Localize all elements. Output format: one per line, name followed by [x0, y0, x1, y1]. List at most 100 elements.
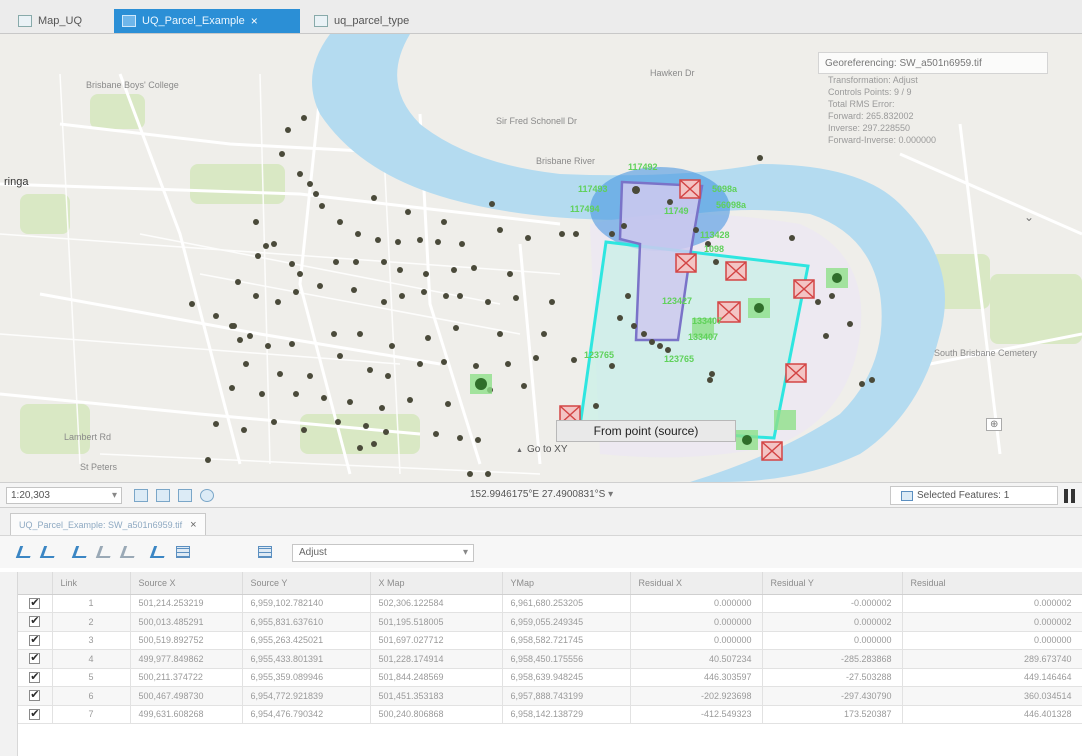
table-row-gutter — [0, 572, 18, 756]
tab-label: UQ_Parcel_Example — [142, 15, 245, 27]
column-header[interactable]: Link — [52, 572, 131, 595]
route-shield-icon: ⊕ — [986, 418, 1003, 431]
chevron-down-icon[interactable]: ⌄ — [1024, 210, 1034, 224]
table-row[interactable]: 6 500,467.498730 6,954,772.921839 501,45… — [18, 686, 1082, 706]
close-icon[interactable]: × — [190, 519, 196, 531]
delete-control-point-icon[interactable] — [95, 546, 115, 558]
column-header[interactable]: Residual — [902, 572, 1082, 595]
table-row[interactable]: 2 500,013.485291 6,955,831.637610 501,19… — [18, 612, 1082, 632]
table-cell: 289.673740 — [902, 649, 1082, 669]
selected-features-label: Selected Features: 1 — [917, 490, 1010, 501]
table-cell: 0.000002 — [902, 594, 1082, 613]
table-cell: 6,955,263.425021 — [242, 631, 371, 650]
table-cell: 0.000000 — [762, 631, 903, 650]
tab-map-uq[interactable]: Map_UQ — [10, 9, 90, 33]
row-checkbox[interactable] — [29, 670, 41, 683]
add-control-point-icon[interactable] — [15, 546, 35, 558]
table-cell: 500,240.806868 — [370, 705, 503, 724]
table-cell: 446.401328 — [902, 705, 1082, 724]
go-to-xy-link[interactable]: Go to XY — [516, 444, 568, 455]
column-header[interactable]: Residual X — [630, 572, 763, 595]
column-header[interactable]: Source Y — [242, 572, 371, 595]
column-header[interactable]: Residual Y — [762, 572, 903, 595]
control-point-label: 117492 — [628, 162, 658, 172]
column-header[interactable] — [18, 572, 53, 595]
table-cell: 6,955,433.801391 — [242, 649, 371, 669]
table-cell: 499,631.608268 — [130, 705, 243, 724]
map-label-road: Hawken Dr — [650, 68, 695, 78]
move-control-point-icon[interactable] — [119, 546, 139, 558]
row-checkbox[interactable] — [29, 596, 41, 609]
map-label-road: Sir Fred Schonell Dr — [496, 116, 578, 126]
table-row[interactable]: 7 499,631.608268 6,954,476.790342 500,24… — [18, 705, 1082, 724]
table-cell: 501,451.353183 — [370, 686, 503, 706]
transformation-icon[interactable] — [258, 546, 272, 558]
table-row[interactable]: 5 500,211.374722 6,955,359.089946 501,84… — [18, 668, 1082, 687]
control-point-label: 5098a — [712, 184, 738, 194]
pause-icon[interactable] — [1064, 489, 1076, 503]
table-cell: 500,467.498730 — [130, 686, 243, 706]
add-control-point-icon[interactable] — [39, 546, 59, 558]
table-cell: 360.034514 — [902, 686, 1082, 706]
close-icon[interactable]: × — [251, 14, 258, 28]
control-point-label: 117493 — [578, 184, 608, 194]
tab-control-points[interactable]: UQ_Parcel_Example: SW_a501n6959.tif × — [10, 513, 206, 535]
table-cell: 501,228.174914 — [370, 649, 503, 669]
row-checkbox[interactable] — [29, 707, 41, 720]
table-cell: 500,211.374722 — [130, 668, 243, 687]
table-cell: 502,306.122584 — [370, 594, 503, 613]
map-label-river: Brisbane River — [536, 156, 596, 166]
table-cell: -27.503288 — [762, 668, 903, 687]
table-cell: 4 — [52, 649, 131, 669]
row-checkbox[interactable] — [29, 614, 41, 628]
map-canvas[interactable]: Brisbane Boys' College ringa Brisbane Ri… — [0, 34, 1082, 482]
table-icon[interactable] — [178, 489, 192, 502]
grid-icon[interactable] — [134, 489, 148, 502]
table-row[interactable]: 1 501,214.253219 6,959,102.782140 502,30… — [18, 594, 1082, 613]
column-header[interactable]: YMap — [502, 572, 631, 595]
table-cell: 6,958,450.175556 — [502, 649, 631, 669]
table-cell: 501,697.027712 — [370, 631, 503, 650]
table-cell: 0.000000 — [630, 612, 763, 632]
table-cell: 501,214.253219 — [130, 594, 243, 613]
table-cell: 0.000002 — [902, 612, 1082, 632]
table-cell: 6,957,888.743199 — [502, 686, 631, 706]
georef-line: Controls Points: 9 / 9 — [828, 87, 912, 97]
control-point-label: 133407 — [688, 332, 719, 342]
map-icon — [122, 15, 136, 27]
control-point-label: 113428 — [700, 230, 730, 240]
table-row[interactable]: 3 500,519.892752 6,955,263.425021 501,69… — [18, 631, 1082, 650]
georeferencing-info-panel: Georeferencing: SW_a501n6959.tif Transfo… — [818, 52, 1048, 146]
row-checkbox[interactable] — [29, 688, 41, 702]
row-checkbox[interactable] — [29, 651, 41, 665]
table-row[interactable]: 4 499,977.849862 6,955,433.801391 501,22… — [18, 649, 1082, 669]
tab-uq-parcel-example[interactable]: UQ_Parcel_Example × — [114, 9, 300, 33]
grid-icon[interactable] — [156, 489, 170, 502]
map-status-bar: 1:20,303 152.9946175°E 27.4900831°S Sele… — [0, 482, 1082, 508]
georeferencing-title[interactable]: Georeferencing: SW_a501n6959.tif — [818, 52, 1048, 74]
table-cell: 0.000002 — [762, 612, 903, 632]
control-point-label: 133407 — [692, 316, 723, 326]
selected-features-button[interactable]: Selected Features: 1 — [890, 486, 1058, 505]
tab-uq-parcel-type[interactable]: uq_parcel_type — [306, 9, 417, 33]
auto-apply-icon[interactable] — [149, 546, 169, 558]
map-label-road: Lambert Rd — [64, 432, 112, 442]
table-cell: 501,844.248569 — [370, 668, 503, 687]
from-point-tooltip: From point (source) — [556, 420, 736, 442]
map-label-suburb: ringa — [4, 176, 29, 188]
table-cell: 6,955,831.637610 — [242, 612, 371, 632]
coordinate-readout[interactable]: 152.9946175°E 27.4900831°S — [470, 489, 613, 500]
table-icon[interactable] — [176, 546, 190, 558]
column-header[interactable]: X Map — [370, 572, 503, 595]
table-cell: -285.283868 — [762, 649, 903, 669]
scale-dropdown[interactable]: 1:20,303 — [6, 487, 122, 504]
map-label-park: St Peters — [80, 462, 118, 472]
transformation-dropdown[interactable]: Adjust — [292, 544, 474, 562]
row-checkbox[interactable] — [29, 633, 41, 646]
table-cell: 6,954,476.790342 — [242, 705, 371, 724]
refresh-icon[interactable] — [200, 489, 214, 502]
table-cell: 40.507234 — [630, 649, 763, 669]
table-cell: 0.000000 — [902, 631, 1082, 650]
select-control-point-icon[interactable] — [71, 546, 91, 558]
column-header[interactable]: Source X — [130, 572, 243, 595]
